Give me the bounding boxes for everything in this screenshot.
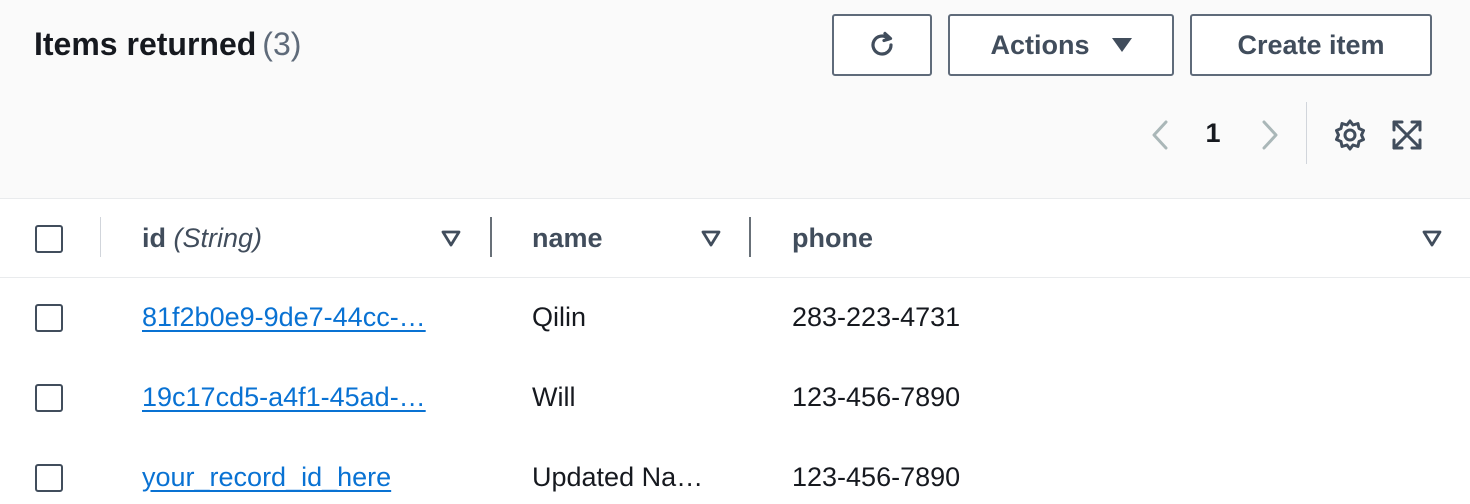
column-id-label: id — [142, 223, 166, 253]
column-resize-handle[interactable] — [749, 217, 751, 257]
table-row: 81f2b0e9-9de7-44cc-… Qilin 283-223-4731 — [0, 278, 1470, 359]
item-id-link[interactable]: your_record_id_here — [142, 462, 391, 492]
chevron-right-icon — [1262, 120, 1278, 150]
next-page-button[interactable] — [1256, 118, 1284, 152]
sort-icon[interactable] — [1421, 229, 1443, 249]
item-count: (3) — [262, 26, 302, 62]
fullscreen-button[interactable] — [1389, 117, 1425, 153]
row-checkbox[interactable] — [35, 384, 63, 412]
create-item-button[interactable]: Create item — [1190, 14, 1432, 76]
previous-page-button[interactable] — [1146, 118, 1174, 152]
page-number-1[interactable]: 1 — [1198, 118, 1228, 149]
item-id-link[interactable]: 19c17cd5-a4f1-45ad-… — [142, 382, 426, 412]
gear-icon — [1335, 119, 1365, 151]
refresh-button[interactable] — [832, 14, 932, 76]
column-resize-handle[interactable] — [490, 217, 492, 257]
refresh-icon — [871, 31, 893, 56]
sort-icon[interactable] — [700, 229, 722, 249]
item-id-link[interactable]: 81f2b0e9-9de7-44cc-… — [142, 302, 426, 332]
column-header-name[interactable]: name — [532, 223, 603, 254]
column-header-id[interactable]: id (String) — [142, 223, 262, 254]
cell-phone: 283-223-4731 — [792, 302, 961, 332]
page-title: Items returned (3) — [34, 26, 301, 63]
row-checkbox[interactable] — [35, 304, 63, 332]
pagination-divider — [1306, 102, 1307, 164]
preferences-button[interactable] — [1332, 117, 1368, 153]
caret-down-icon — [1111, 38, 1132, 52]
cell-id: 19c17cd5-a4f1-45ad-… — [142, 382, 448, 413]
column-header-phone[interactable]: phone — [792, 223, 873, 254]
column-id-type: (String) — [173, 223, 263, 253]
table-row: your_record_id_here Updated Na… 123-456-… — [0, 438, 1470, 504]
select-all-checkbox[interactable] — [35, 225, 63, 253]
cell-id: your_record_id_here — [142, 462, 448, 493]
sort-icon[interactable] — [440, 229, 462, 249]
cell-name: Updated Na… — [532, 462, 704, 492]
cell-phone: 123-456-7890 — [792, 382, 961, 412]
create-item-label: Create item — [1237, 29, 1385, 60]
title-text: Items returned — [34, 26, 257, 62]
cell-name: Qilin — [532, 302, 587, 332]
table-column-headers: id (String) name phone — [0, 199, 1470, 278]
cell-id: 81f2b0e9-9de7-44cc-… — [142, 302, 448, 333]
cell-phone: 123-456-7890 — [792, 462, 961, 492]
actions-label: Actions — [990, 29, 1090, 60]
expand-icon — [1392, 120, 1422, 150]
table-header-panel: Items returned (3) Actions Create item 1 — [0, 0, 1470, 199]
chevron-left-icon — [1152, 120, 1168, 150]
table-row: 19c17cd5-a4f1-45ad-… Will 123-456-7890 — [0, 358, 1470, 439]
row-checkbox[interactable] — [35, 464, 63, 492]
cell-name: Will — [532, 382, 576, 412]
actions-dropdown-button[interactable]: Actions — [948, 14, 1174, 76]
column-divider — [100, 217, 101, 257]
